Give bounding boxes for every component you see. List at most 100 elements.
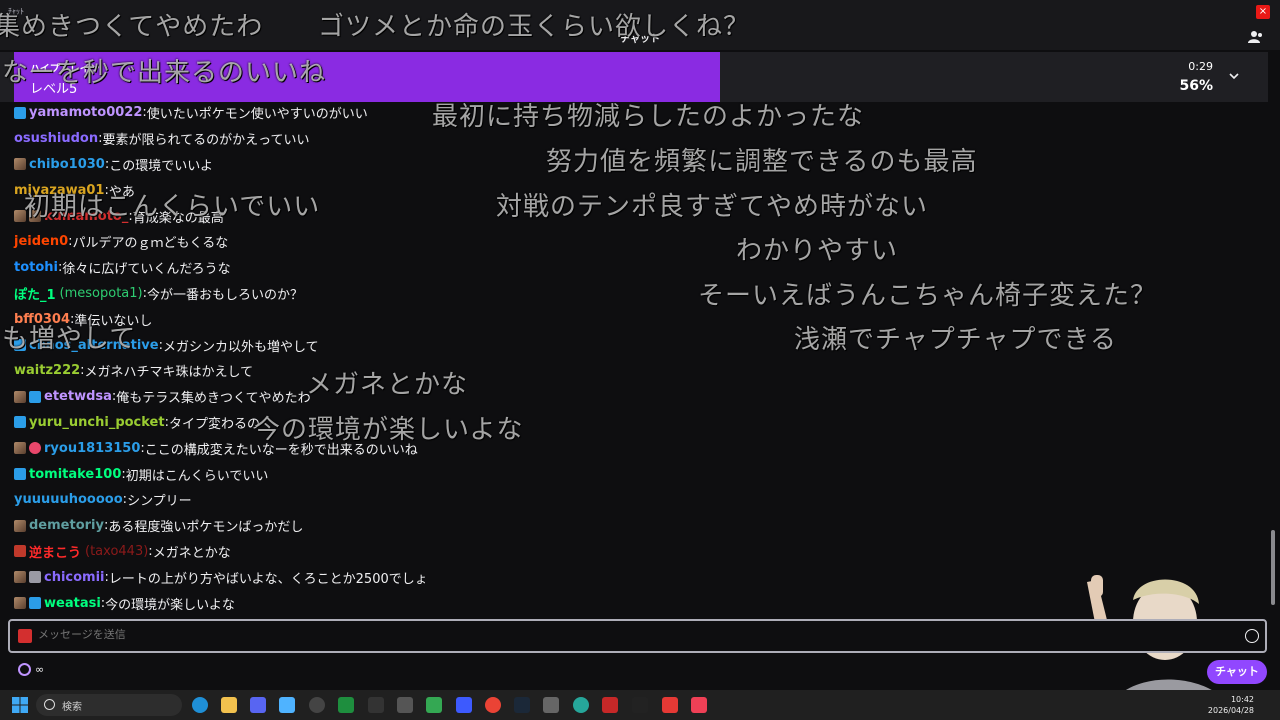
chat-badge-icon[interactable] bbox=[14, 210, 26, 223]
taskbar-search[interactable]: 検索 bbox=[36, 694, 182, 716]
hype-train-timer: 0:29 bbox=[1188, 60, 1213, 73]
chat-username[interactable]: ryou1813150 bbox=[44, 441, 140, 456]
obs-icon[interactable] bbox=[309, 697, 325, 713]
mixer-icon[interactable] bbox=[543, 697, 559, 713]
chat-username[interactable]: yuru_unchi_pocket bbox=[29, 415, 165, 430]
chat-text: 育成楽なの最高 bbox=[132, 210, 224, 226]
windows-start-icon[interactable] bbox=[12, 697, 28, 713]
windows-taskbar: 検索 10:42 2026/04/28 bbox=[0, 690, 1280, 720]
chat-username[interactable]: kumamoto_ bbox=[44, 209, 128, 224]
chat-message: ぽた_1 (mesopota1): 今が一番おもしろいのか？ bbox=[14, 281, 1254, 307]
clock-time: 10:42 bbox=[1230, 695, 1254, 704]
chat-username[interactable]: weatasi bbox=[44, 596, 101, 611]
globe-icon[interactable] bbox=[573, 697, 589, 713]
chat-message: tomitake100: 初期はこんくらいでいい bbox=[14, 461, 1254, 487]
chat-message: chibo1030: この環境でいいよ bbox=[14, 152, 1254, 178]
chat-text: ここの構成変えたいなーを秒で出来るのいいね bbox=[144, 442, 418, 458]
chat-username[interactable]: chicomii bbox=[44, 570, 105, 585]
chat-badge-icon[interactable] bbox=[14, 545, 26, 558]
chat-username-alt: (taxo443) bbox=[85, 543, 149, 559]
chat-username[interactable]: yamamoto0022 bbox=[29, 105, 142, 120]
chevron-down-icon[interactable] bbox=[1228, 70, 1240, 82]
chat-input[interactable] bbox=[38, 628, 1198, 641]
search-icon bbox=[44, 699, 55, 710]
chat-text: 今の環境が楽しいよな bbox=[105, 597, 235, 613]
users-icon[interactable] bbox=[1248, 30, 1264, 44]
chat-header: ﾁｬｯﾄ チャット × bbox=[0, 0, 1280, 50]
chat-username[interactable]: 逆まこう bbox=[29, 542, 81, 561]
chat-input-box[interactable] bbox=[8, 619, 1267, 653]
red-app-icon[interactable] bbox=[662, 697, 678, 713]
chrome-icon[interactable] bbox=[485, 697, 501, 713]
chat-badge-icon[interactable] bbox=[14, 158, 26, 171]
excel-icon[interactable] bbox=[338, 697, 354, 713]
chat-username[interactable]: osushiudon bbox=[14, 131, 98, 146]
chat-text: 俺もテラス集めきつくてやめたわ bbox=[116, 391, 311, 407]
chat-message: bff0304: 準伝いないし bbox=[14, 306, 1254, 332]
steam-icon[interactable] bbox=[514, 697, 530, 713]
chat-badge-icon[interactable] bbox=[14, 571, 26, 584]
taskbar-search-label: 検索 bbox=[62, 702, 82, 713]
chat-scrollbar[interactable] bbox=[1268, 105, 1278, 610]
controller-icon[interactable] bbox=[397, 697, 413, 713]
hype-train-title: ハイプトレイン bbox=[30, 64, 100, 75]
chat-username[interactable]: totohi bbox=[14, 260, 58, 275]
clock-date: 2026/04/28 bbox=[1207, 706, 1254, 715]
chat-badge-icon[interactable] bbox=[14, 468, 26, 481]
taskbar-clock[interactable]: 10:42 2026/04/28 bbox=[1208, 694, 1254, 716]
chat-username[interactable]: tomitake100 bbox=[29, 467, 121, 482]
chat-username[interactable]: bff0304 bbox=[14, 312, 70, 327]
chat-username[interactable]: demetoriy bbox=[29, 518, 104, 533]
close-button[interactable]: × bbox=[1256, 5, 1270, 19]
chat-badge-icon[interactable] bbox=[14, 519, 26, 532]
chat-username[interactable]: chibo1030 bbox=[29, 157, 105, 172]
scrollbar-thumb[interactable] bbox=[1271, 530, 1275, 605]
slash-app-icon[interactable] bbox=[602, 697, 618, 713]
folder-icon[interactable] bbox=[221, 697, 237, 713]
x-icon[interactable] bbox=[368, 697, 384, 713]
chat-text: 徐々に広げていくんだろうな bbox=[62, 262, 231, 278]
chat-message: etetwdsa: 俺もテラス集めきつくてやめたわ bbox=[14, 384, 1254, 410]
discord-icon[interactable] bbox=[250, 697, 266, 713]
chat-text: 今が一番おもしろいのか？ bbox=[147, 287, 304, 303]
capcut-icon[interactable] bbox=[632, 697, 648, 713]
chat-badge-icon[interactable] bbox=[14, 597, 26, 610]
pocket-icon[interactable] bbox=[691, 697, 707, 713]
channel-points[interactable]: ∞ bbox=[18, 663, 44, 676]
hype-train-banner[interactable]: ハイプトレイン レベル5 0:29 56% bbox=[0, 52, 1268, 102]
emote-picker-icon[interactable] bbox=[1245, 629, 1259, 643]
chat-message: ryou1813150: ここの構成変えたいなーを秒で出来るのいいね bbox=[14, 435, 1254, 461]
chat-badge-icon[interactable] bbox=[29, 442, 41, 455]
chat-username[interactable]: waitz222 bbox=[14, 363, 80, 378]
chat-username[interactable]: etetwdsa bbox=[44, 389, 112, 404]
chat-text: シンプリー bbox=[127, 494, 192, 510]
chat-badge-icon[interactable] bbox=[14, 416, 26, 429]
chat-message: osushiudon: 要素が限られてるのがかえっていい bbox=[14, 126, 1254, 152]
chat-text: レートの上がり方やばいよな、くろことか2500でしょ bbox=[108, 571, 428, 587]
chat-username[interactable]: jeiden0 bbox=[14, 234, 68, 249]
chat-badge-icon[interactable] bbox=[29, 597, 41, 610]
chat-badge-icon[interactable] bbox=[29, 571, 41, 584]
chat-badge-icon[interactable] bbox=[14, 339, 26, 352]
chat-send-button[interactable]: チャット bbox=[1207, 660, 1267, 684]
drive-icon[interactable] bbox=[426, 697, 442, 713]
notepad-icon[interactable] bbox=[279, 697, 295, 713]
snipping-icon[interactable] bbox=[456, 697, 472, 713]
chat-text: タイプ変わるの bbox=[168, 416, 260, 432]
chat-message: jeiden0: パルデアのｇｍどもくるな bbox=[14, 229, 1254, 255]
chat-message: yuru_unchi_pocket: タイプ変わるの bbox=[14, 410, 1254, 436]
chat-username[interactable]: chaos_alternative bbox=[29, 338, 159, 353]
chat-username[interactable]: ぽた_1 bbox=[14, 284, 56, 303]
chat-badge-icon[interactable] bbox=[14, 390, 26, 403]
chat-username[interactable]: yuuuuuhooooo bbox=[14, 492, 123, 507]
chat-badge-icon[interactable] bbox=[14, 106, 26, 119]
chat-message: totohi: 徐々に広げていくんだろうな bbox=[14, 255, 1254, 281]
hype-train-progress bbox=[14, 52, 720, 102]
edge-icon[interactable] bbox=[192, 697, 208, 713]
chat-text: パルデアのｇｍどもくるな bbox=[72, 236, 229, 252]
chat-badge-icon[interactable] bbox=[14, 442, 26, 455]
chat-badge-icon[interactable] bbox=[29, 390, 41, 403]
chat-username[interactable]: miyazawa01 bbox=[14, 183, 104, 198]
chat-badge-icon[interactable] bbox=[29, 210, 41, 223]
camera-icon[interactable] bbox=[18, 629, 32, 643]
